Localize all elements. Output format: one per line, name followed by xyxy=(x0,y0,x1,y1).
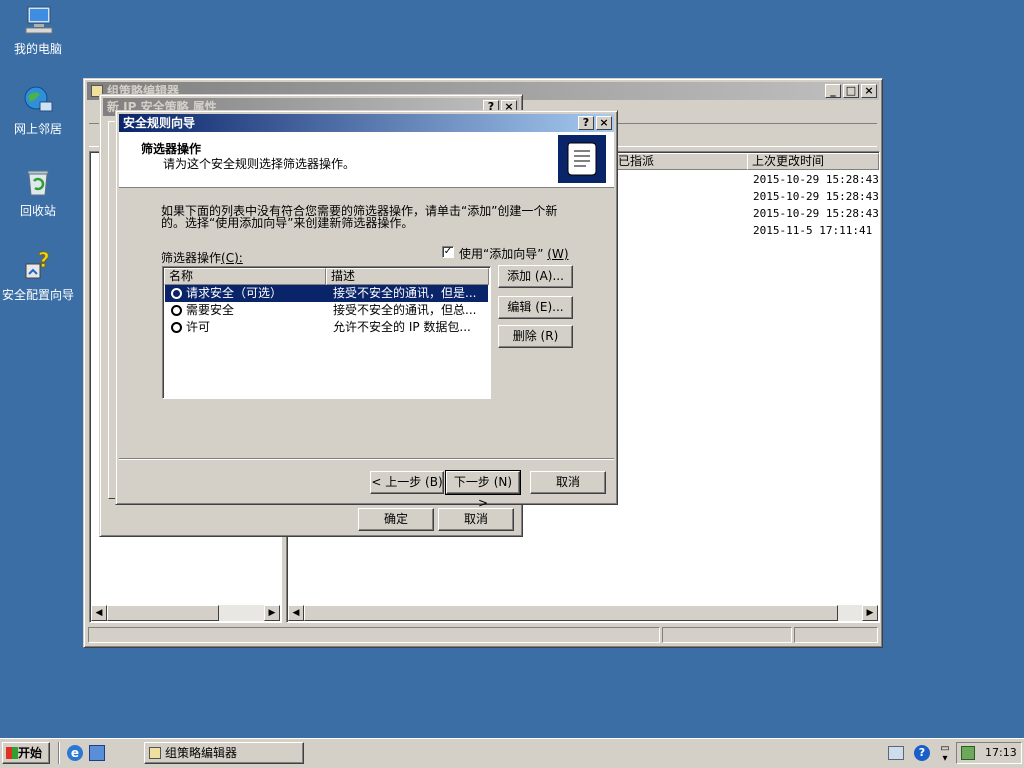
wizard-intro-line2: 的。选择“使用添加向导”来创建新筛选器操作。 xyxy=(161,216,414,230)
list-item-name: 需要安全 xyxy=(186,303,235,317)
svg-text:?: ? xyxy=(38,250,50,272)
add-button[interactable]: 添加 (A)... xyxy=(498,265,573,288)
list-item[interactable]: 需要安全 接受不安全的通讯，但总... xyxy=(165,302,488,319)
security-tray-icon[interactable] xyxy=(961,746,975,760)
filter-action-list-label: 筛选器操作(C): xyxy=(161,249,243,266)
maximize-button[interactable]: □ xyxy=(843,84,859,98)
cancel-button[interactable]: 取消 xyxy=(530,471,606,494)
start-label: 开始 xyxy=(18,746,43,760)
wizard-title: 安全规则向导 xyxy=(123,116,196,130)
taskbar-button-label: 组策略编辑器 xyxy=(165,746,238,760)
scroll-right-button[interactable]: ▶ xyxy=(862,605,878,621)
ok-button[interactable]: 确定 xyxy=(358,508,434,531)
list-item[interactable]: 请求安全（可选） 接受不安全的通讯，但是... xyxy=(165,285,488,302)
desktop-icon-label: 网上邻居 xyxy=(13,122,62,136)
list-label-key: (C): xyxy=(221,251,243,265)
list-item-desc: 接受不安全的通讯，但是... xyxy=(333,286,477,300)
close-button[interactable]: × xyxy=(596,116,612,130)
column-header-modified[interactable]: 上次更改时间 xyxy=(747,153,879,170)
wizard-titlebar[interactable]: 安全规则向导 ? × xyxy=(119,114,614,132)
tray-icon-network[interactable] xyxy=(888,746,904,760)
windows-logo-icon xyxy=(6,747,18,759)
minimize-button[interactable]: _ xyxy=(825,84,841,98)
list-label-text: 筛选器操作 xyxy=(161,251,222,265)
status-pane xyxy=(88,627,660,643)
close-button[interactable]: × xyxy=(861,84,877,98)
desktop-icon-recycle-bin[interactable]: 回收站 xyxy=(0,166,76,219)
scroll-thumb[interactable] xyxy=(107,605,219,621)
column-header-assigned[interactable]: 已指派 xyxy=(613,153,749,170)
column-header-description[interactable]: 描述 xyxy=(326,268,489,285)
wizard-header-subtitle: 请为这个安全规则选择筛选器操作。 xyxy=(163,157,356,171)
radio-icon xyxy=(171,288,182,299)
radio-icon xyxy=(171,305,182,316)
timestamp-cell: 2015-10-29 15:28:43 xyxy=(753,173,879,186)
desktop-icon-label: 安全配置向导 xyxy=(1,288,74,302)
scroll-left-button[interactable]: ◀ xyxy=(288,605,304,621)
ie-icon[interactable]: e xyxy=(67,745,83,761)
wizard-scroll-icon xyxy=(558,135,606,183)
security-wizard-icon: ? xyxy=(22,248,54,282)
list-item-name: 请求安全（可选） xyxy=(186,286,283,300)
list-item[interactable]: 许可 允许不安全的 IP 数据包... xyxy=(165,319,488,336)
system-tray: 17:13 xyxy=(956,742,1022,764)
remove-button[interactable]: 删除 (R) xyxy=(498,325,573,348)
column-header-name[interactable]: 名称 xyxy=(164,268,326,285)
scroll-left-button[interactable]: ◀ xyxy=(91,605,107,621)
back-button[interactable]: < 上一步 (B) xyxy=(370,471,444,494)
edit-button[interactable]: 编辑 (E)... xyxy=(498,296,573,319)
list-item-desc: 允许不安全的 IP 数据包... xyxy=(333,320,471,334)
help-button[interactable]: ? xyxy=(578,116,594,130)
radio-icon xyxy=(171,322,182,333)
desktop-icon-label: 回收站 xyxy=(19,204,56,218)
quick-launch: e xyxy=(58,742,138,764)
taskbar: 开始 e 组策略编辑器 ? ▭ ▾ 17:13 xyxy=(0,738,1024,768)
wizard-separator xyxy=(119,458,614,460)
list-item-name: 许可 xyxy=(186,320,211,334)
checkbox-label-text: 使用“添加向导” xyxy=(459,247,544,261)
taskbar-button-gpo[interactable]: 组策略编辑器 xyxy=(144,742,304,764)
show-desktop-icon[interactable] xyxy=(89,745,105,761)
wizard-header: 筛选器操作 请为这个安全规则选择筛选器操作。 xyxy=(119,132,614,188)
clock[interactable]: 17:13 xyxy=(985,746,1017,759)
status-pane xyxy=(794,627,878,643)
timestamp-cell: 2015-10-29 15:28:43 xyxy=(753,207,879,220)
timestamp-cell: 2015-11-5 17:11:41 xyxy=(753,224,873,237)
timestamp-cell: 2015-10-29 15:28:43 xyxy=(753,190,879,203)
checkbox-label: 使用“添加向导” (W) xyxy=(459,245,569,262)
window-switch-icon[interactable]: ▭ ▾ xyxy=(938,744,952,764)
computer-icon xyxy=(22,4,54,36)
scroll-right-button[interactable]: ▶ xyxy=(264,605,280,621)
security-rule-wizard: 安全规则向导 ? × 筛选器操作 请为这个安全规则选择筛选器操作。 如果下面的列… xyxy=(115,110,618,510)
recycle-bin-icon xyxy=(22,166,54,198)
next-button[interactable]: 下一步 (N) > xyxy=(445,470,521,510)
help-icon[interactable]: ? xyxy=(914,745,930,761)
desktop-icon-security-wizard[interactable]: ? 安全配置向导 xyxy=(0,248,76,303)
scroll-thumb[interactable] xyxy=(304,605,838,621)
desktop-icon-label: 我的电脑 xyxy=(13,42,62,56)
list-item-desc: 接受不安全的通讯，但总... xyxy=(333,303,477,317)
cancel-button[interactable]: 取消 xyxy=(438,508,514,531)
desktop-icon-network[interactable]: 网上邻居 xyxy=(0,84,76,137)
tree-horizontal-scrollbar[interactable]: ◀ ▶ xyxy=(91,605,280,621)
desktop-icon-my-computer[interactable]: 我的电脑 xyxy=(0,4,76,57)
start-button[interactable]: 开始 xyxy=(2,742,50,764)
filter-action-list[interactable]: 名称 描述 请求安全（可选） 接受不安全的通讯，但是... 需要安全 接受不安全… xyxy=(162,266,491,399)
horizontal-scrollbar[interactable]: ◀ ▶ xyxy=(288,605,878,621)
network-globe-icon xyxy=(22,84,54,116)
status-pane xyxy=(662,627,792,643)
checkbox-box[interactable]: ✓ xyxy=(442,246,454,258)
gpo-app-icon xyxy=(149,747,161,759)
checkbox-label-key: (W) xyxy=(547,247,569,261)
